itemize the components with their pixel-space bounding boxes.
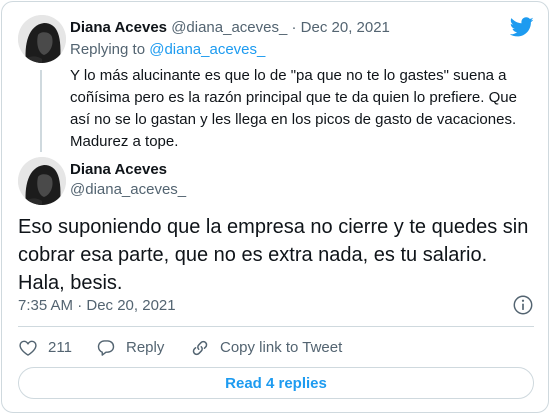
- author-name[interactable]: Diana Aceves: [70, 19, 167, 36]
- link-icon: [192, 340, 208, 356]
- twitter-logo-icon[interactable]: [510, 15, 534, 39]
- reply-icon: [97, 340, 115, 356]
- reply-tweet-header: Diana Aceves @diana_aceves_ · Dec 20, 20…: [70, 18, 390, 38]
- avatar[interactable]: [18, 157, 66, 205]
- divider: [18, 326, 534, 327]
- author-handle[interactable]: @diana_aceves_: [171, 19, 287, 36]
- read-replies-label: Read 4 replies: [225, 374, 327, 392]
- tweet-date[interactable]: Dec 20, 2021: [301, 19, 390, 36]
- main-tweet-text: Eso suponiendo que la empresa no cierre …: [18, 216, 529, 294]
- author-name[interactable]: Diana Aceves: [70, 160, 167, 180]
- read-replies-button[interactable]: Read 4 replies: [18, 367, 534, 399]
- copy-link-label: Copy link to Tweet: [220, 339, 343, 356]
- author-handle[interactable]: @diana_aceves_: [70, 180, 186, 200]
- like-count: 211: [48, 339, 72, 356]
- replying-handle-link[interactable]: @diana_aceves_: [149, 41, 265, 58]
- reply-button[interactable]: Reply: [96, 338, 164, 358]
- reply-label: Reply: [126, 339, 165, 356]
- embedded-tweet-card: Diana Aceves @diana_aceves_ · Dec 20, 20…: [1, 1, 549, 413]
- info-icon[interactable]: [512, 294, 534, 316]
- heart-icon: [19, 340, 37, 356]
- like-button[interactable]: 211: [18, 338, 72, 358]
- separator-dot: ·: [291, 19, 297, 36]
- thread-connector-line: [40, 70, 42, 152]
- copy-link-button[interactable]: Copy link to Tweet: [190, 338, 342, 358]
- tweet-timestamp[interactable]: 7:35 AM · Dec 20, 2021: [18, 296, 176, 316]
- reply-tweet-text: Y lo más alucinante es que lo de "pa que…: [70, 67, 517, 150]
- avatar[interactable]: [18, 15, 66, 63]
- replying-prefix: Replying to: [70, 41, 146, 58]
- replying-to: Replying to @diana_aceves_: [70, 40, 265, 60]
